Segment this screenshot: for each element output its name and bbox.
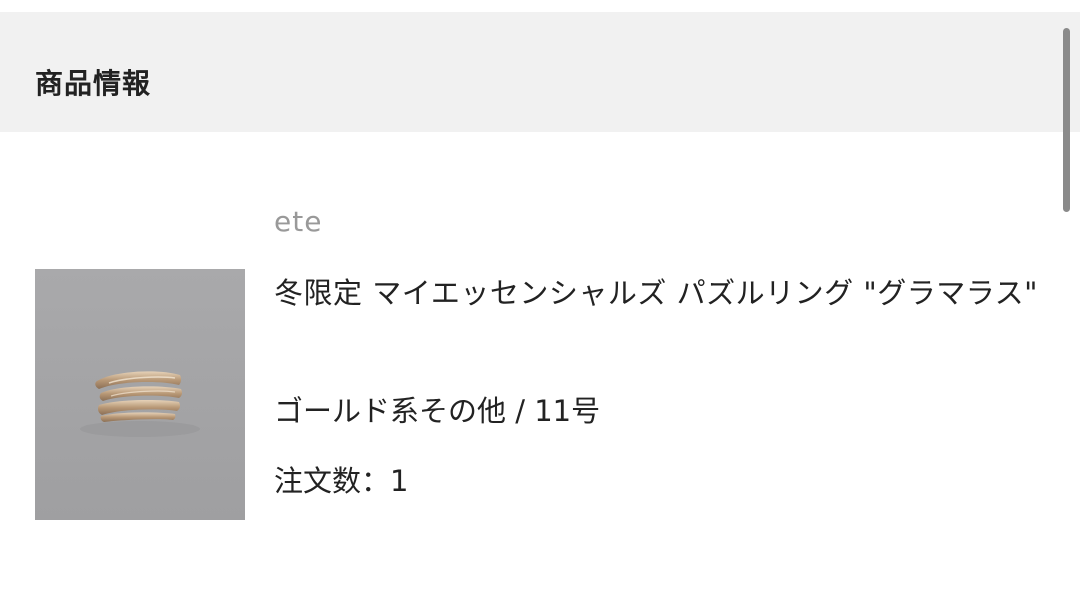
product-thumbnail[interactable] bbox=[35, 269, 245, 520]
product-brand[interactable]: ete bbox=[274, 202, 322, 242]
section-title: 商品情報 bbox=[35, 67, 152, 100]
section-header: 商品情報 bbox=[0, 12, 1080, 132]
scrollbar-thumb[interactable] bbox=[1063, 28, 1070, 212]
product-name[interactable]: 冬限定 マイエッセンシャルズ パズルリング "グラマラス" bbox=[274, 268, 1044, 318]
order-quantity: 注文数：1 bbox=[274, 464, 409, 498]
order-product-info-page: 商品情報 ete 冬限定 マイエッセンシャルズ パズルリング "グラマラス" ゴ… bbox=[0, 0, 1080, 614]
ring-image bbox=[80, 371, 200, 437]
product-variant: ゴールド系その他 / 11号 bbox=[274, 394, 601, 428]
